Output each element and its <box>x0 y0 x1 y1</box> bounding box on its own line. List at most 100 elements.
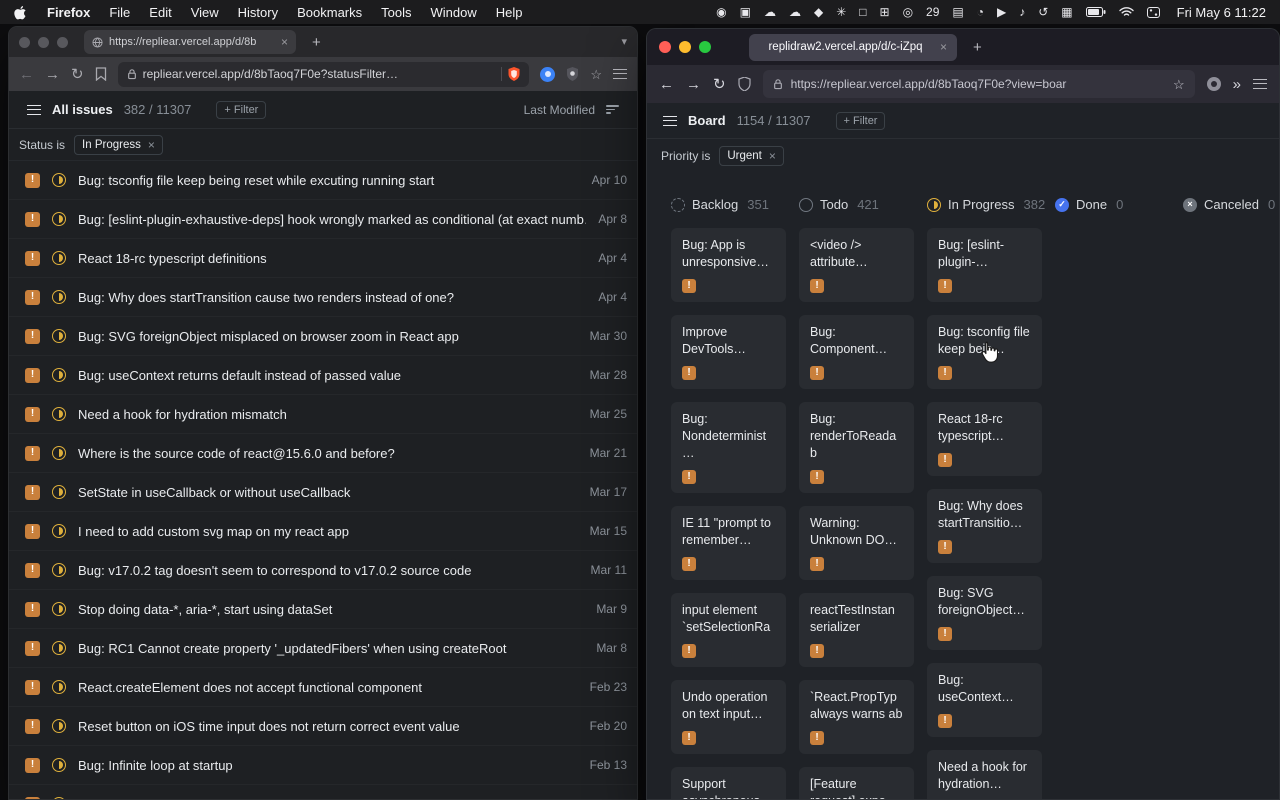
play-icon[interactable]: ▶ <box>997 6 1006 18</box>
issue-row[interactable]: ! [DevTools Bug] Unsupported Bridge oper… <box>9 785 637 800</box>
issue-card[interactable]: Bug: useContext… ! <box>927 663 1042 737</box>
minimize-window-button[interactable] <box>679 41 691 53</box>
add-filter-button[interactable]: + Filter <box>216 101 266 119</box>
menu-edit[interactable]: Edit <box>149 5 171 20</box>
issue-card[interactable]: Bug: SVG foreignObject… ! <box>927 576 1042 650</box>
forward-button[interactable]: → <box>686 77 701 92</box>
music-icon[interactable]: ♪ <box>1019 6 1025 18</box>
new-tab-button[interactable]: + <box>312 34 321 51</box>
issue-row[interactable]: ! React 18-rc typescript definitions Apr… <box>9 239 637 278</box>
issue-row[interactable]: ! Bug: useContext returns default instea… <box>9 356 637 395</box>
back-button[interactable]: ← <box>19 67 34 82</box>
reload-button[interactable]: ↻ <box>713 77 726 92</box>
issue-row[interactable]: ! Bug: RC1 Cannot create property '_upda… <box>9 629 637 668</box>
add-filter-button[interactable]: + Filter <box>836 112 886 130</box>
new-tab-button[interactable]: + <box>973 39 982 56</box>
menu-window[interactable]: Window <box>431 5 477 20</box>
issue-card[interactable]: Warning: Unknown DO… ! <box>799 506 914 580</box>
battery-icon[interactable] <box>1086 7 1106 17</box>
menu-history[interactable]: History <box>238 5 278 20</box>
browser-tab[interactable]: https://repliear.vercel.app/d/8b × <box>84 30 296 54</box>
close-window-button[interactable] <box>659 41 671 53</box>
menu-bar-clock[interactable]: Fri May 6 11:22 <box>1177 5 1266 20</box>
issue-card[interactable]: <video /> attribute… ! <box>799 228 914 302</box>
issue-row[interactable]: ! React.createElement does not accept fu… <box>9 668 637 707</box>
clock-icon[interactable]: ◔ <box>977 6 984 18</box>
bookmark-icon[interactable] <box>95 67 107 81</box>
issue-row[interactable]: ! I need to add custom svg map on my rea… <box>9 512 637 551</box>
menu-tools[interactable]: Tools <box>381 5 411 20</box>
zoom-window-button[interactable] <box>57 37 68 48</box>
droplet-icon[interactable]: ◆ <box>814 6 823 18</box>
issue-card[interactable]: Support asynchronous… ! <box>671 767 786 800</box>
window-icon[interactable]: □ <box>859 6 866 18</box>
issue-card[interactable]: input element `setSelectionRa ! <box>671 593 786 667</box>
issue-row[interactable]: ! Bug: tsconfig file keep being reset wh… <box>9 161 637 200</box>
display-icon[interactable]: ▤ <box>952 6 963 18</box>
issue-row[interactable]: ! Bug: [eslint-plugin-exhaustive-deps] h… <box>9 200 637 239</box>
menu-bookmarks[interactable]: Bookmarks <box>297 5 362 20</box>
menu-view[interactable]: View <box>191 5 219 20</box>
grid-icon[interactable]: ▦ <box>1061 6 1072 18</box>
sidebar-toggle-icon[interactable] <box>27 105 41 115</box>
menu-app-name[interactable]: Firefox <box>47 5 90 20</box>
apple-menu-icon[interactable] <box>14 5 29 20</box>
issue-card[interactable]: Bug: App is unresponsive… ! <box>671 228 786 302</box>
history-icon[interactable]: ↺ <box>1038 6 1048 18</box>
sort-label[interactable]: Last Modified <box>524 103 595 117</box>
cloud-upload-icon[interactable]: ☁ <box>764 6 776 18</box>
issue-card[interactable]: `React.PropTyp always warns ab ! <box>799 680 914 754</box>
issue-row[interactable]: ! SetState in useCallback or without use… <box>9 473 637 512</box>
forward-button[interactable]: → <box>45 67 60 82</box>
issue-card[interactable]: Bug: Component… ! <box>799 315 914 389</box>
tracking-protection-shield-icon[interactable] <box>738 77 751 91</box>
filter-chip[interactable]: Urgent × <box>719 146 784 166</box>
address-bar[interactable]: https://repliear.vercel.app/d/8bTaoq7F0e… <box>763 70 1195 98</box>
cloud-icon[interactable]: ☁ <box>789 6 801 18</box>
calendar-29-icon[interactable]: 29 <box>926 6 939 18</box>
issue-row[interactable]: ! Bug: SVG foreignObject misplaced on br… <box>9 317 637 356</box>
address-bar[interactable]: repliear.vercel.app/d/8bTaoq7F0e?statusF… <box>118 62 530 87</box>
issue-row[interactable]: ! Bug: Why does startTransition cause tw… <box>9 278 637 317</box>
browser-tab[interactable]: replidraw2.vercel.app/d/c-iZpq × <box>749 34 957 61</box>
back-button[interactable]: ← <box>659 77 674 92</box>
issue-row[interactable]: ! Bug: Infinite loop at startup Feb 13 <box>9 746 637 785</box>
issue-row[interactable]: ! Where is the source code of react@15.6… <box>9 434 637 473</box>
tab-list-dropdown-icon[interactable]: ▾ <box>621 37 627 48</box>
brave-shield-icon[interactable] <box>508 67 520 81</box>
reader-mode-icon[interactable] <box>540 67 555 82</box>
menu-help[interactable]: Help <box>496 5 523 20</box>
camera-icon[interactable]: ▣ <box>740 6 751 18</box>
sort-icon[interactable] <box>606 105 619 114</box>
sidebar-toggle-icon[interactable] <box>663 116 677 126</box>
extensions-icon[interactable]: ☆ <box>590 68 602 81</box>
issue-card[interactable]: [Feature request] expo… ! <box>799 767 914 800</box>
control-center-icon[interactable] <box>1147 7 1160 18</box>
filter-chip[interactable]: In Progress × <box>74 135 163 155</box>
issue-card[interactable]: Improve DevTools… ! <box>671 315 786 389</box>
remove-filter-icon[interactable]: × <box>769 149 776 163</box>
issue-card[interactable]: reactTestInstan serializer ! <box>799 593 914 667</box>
target-icon[interactable]: ◎ <box>903 6 913 18</box>
issue-card[interactable]: Bug: Why does startTransitio… ! <box>927 489 1042 563</box>
close-window-button[interactable] <box>19 37 30 48</box>
remove-filter-icon[interactable]: × <box>148 138 155 152</box>
issue-row[interactable]: ! Bug: v17.0.2 tag doesn't seem to corre… <box>9 551 637 590</box>
zoom-window-button[interactable] <box>699 41 711 53</box>
minimize-window-button[interactable] <box>38 37 49 48</box>
browser-menu-icon[interactable] <box>613 69 627 79</box>
issue-card[interactable]: React 18-rc typescript… ! <box>927 402 1042 476</box>
issue-card[interactable]: Bug: Nondeterminist… ! <box>671 402 786 493</box>
close-tab-icon[interactable]: × <box>281 35 288 49</box>
issue-card[interactable]: Need a hook for hydration… ! <box>927 750 1042 800</box>
reload-button[interactable]: ↻ <box>71 67 84 82</box>
bookmark-star-icon[interactable]: ☆ <box>1173 78 1185 91</box>
close-tab-icon[interactable]: × <box>940 40 947 54</box>
screen-record-icon[interactable]: ◉ <box>716 6 726 18</box>
issue-row[interactable]: ! Reset button on iOS time input does no… <box>9 707 637 746</box>
issue-card[interactable]: IE 11 "prompt to remember… ! <box>671 506 786 580</box>
snowflake-icon[interactable]: ✳ <box>836 6 846 18</box>
menu-file[interactable]: File <box>109 5 130 20</box>
issue-card[interactable]: Undo operation on text input… ! <box>671 680 786 754</box>
issue-card[interactable]: Bug: renderToReadab ! <box>799 402 914 493</box>
